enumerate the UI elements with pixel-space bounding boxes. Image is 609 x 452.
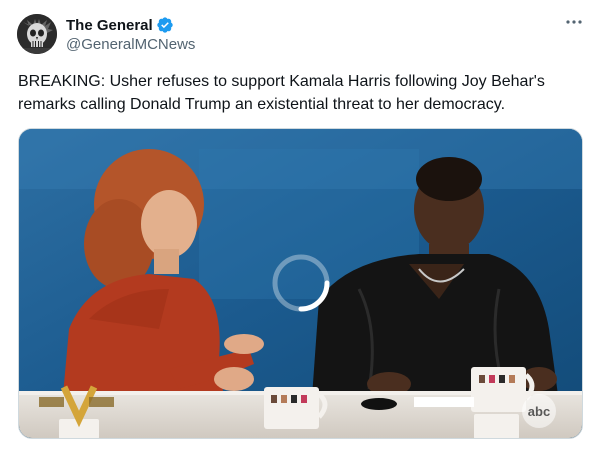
more-horizontal-icon — [566, 20, 582, 24]
tweet-card[interactable]: The General @GeneralMCNews BREAKING: Ush… — [0, 0, 609, 452]
author-display-name[interactable]: The General — [66, 17, 153, 34]
skull-icon — [17, 14, 57, 54]
network-logo: abc — [528, 404, 550, 419]
verified-badge-icon[interactable] — [156, 16, 174, 34]
more-options-button[interactable] — [562, 12, 586, 32]
tweet-text: BREAKING: Usher refuses to support Kamal… — [18, 73, 545, 113]
author-avatar[interactable] — [17, 14, 57, 54]
video-player[interactable]: abc — [18, 128, 583, 439]
author-name-row: The General — [66, 15, 174, 35]
author-handle[interactable]: @GeneralMCNews — [66, 36, 195, 53]
loading-spinner-icon — [271, 253, 331, 313]
